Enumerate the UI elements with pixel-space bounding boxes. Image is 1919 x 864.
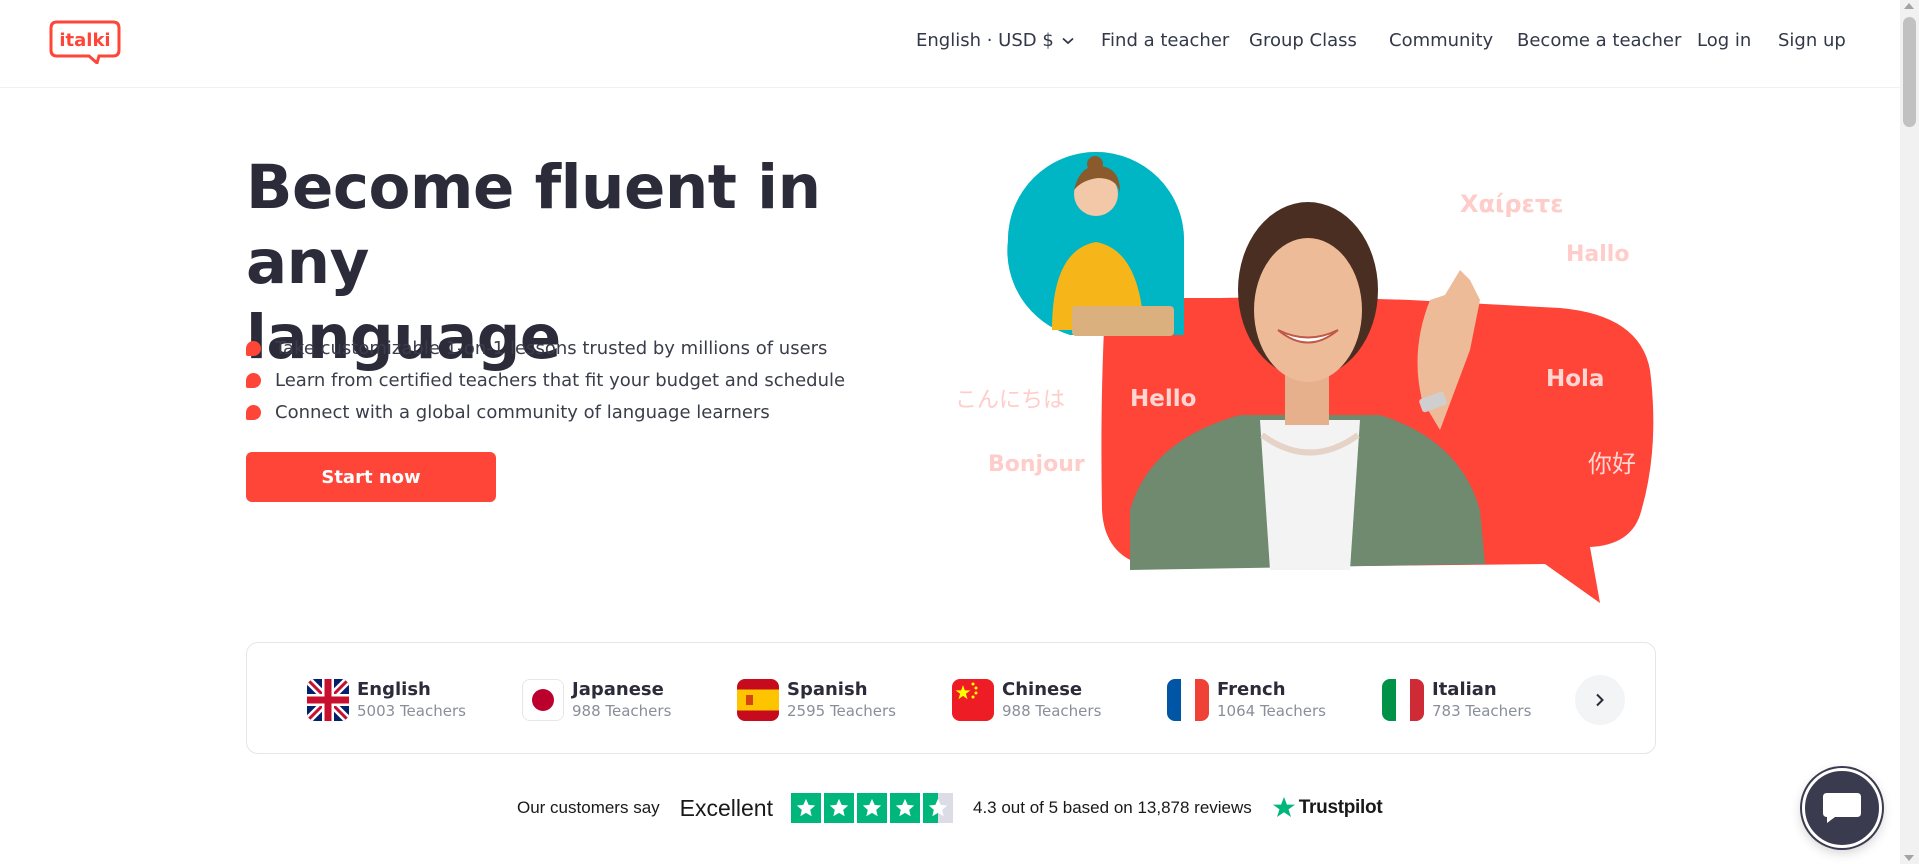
- language-name: English: [357, 679, 431, 700]
- trustpilot-star-icon: [1272, 797, 1295, 817]
- trustpilot-brand-text: Trustpilot: [1298, 797, 1383, 818]
- chat-bubble-icon: [1823, 793, 1861, 823]
- teacher-count: 1064 Teachers: [1217, 702, 1326, 720]
- greeting-french: Bonjour: [988, 452, 1085, 477]
- scroll-thumb[interactable]: [1903, 17, 1916, 127]
- trustpilot-widget[interactable]: Our customers say Excellent 4.3 out of 5…: [517, 790, 1383, 826]
- teacher-count: 988 Teachers: [572, 702, 672, 720]
- half-star-icon: [922, 793, 953, 823]
- language-name: Chinese: [1002, 679, 1083, 700]
- speech-bubble-bullet-icon: [246, 340, 261, 356]
- language-name: Italian: [1432, 679, 1497, 700]
- benefit-item: Connect with a global community of langu…: [246, 396, 845, 428]
- logo-text: italki: [59, 30, 110, 51]
- spain-flag-icon: [737, 679, 779, 721]
- star-icon: [889, 793, 920, 823]
- nav-become-teacher[interactable]: Become a teacher: [1517, 30, 1681, 51]
- benefit-text: Connect with a global community of langu…: [275, 401, 770, 423]
- trustpilot-logo: Trustpilot: [1272, 796, 1383, 820]
- language-currency-label: English · USD $: [916, 30, 1054, 51]
- greeting-greek: Χαίρετε: [1460, 190, 1564, 218]
- trustpilot-intro: Our customers say: [517, 798, 660, 817]
- greeting-german: Hallo: [1566, 242, 1630, 267]
- star-icon: [823, 793, 854, 823]
- language-currency-selector[interactable]: English · USD $: [916, 30, 1074, 51]
- scroll-up-icon[interactable]: [1904, 3, 1914, 9]
- student-avatar-photo: [1007, 152, 1184, 336]
- japan-flag-icon: [522, 679, 564, 721]
- nav-group-class[interactable]: Group Class: [1249, 30, 1357, 51]
- speech-bubble-bullet-icon: [246, 372, 261, 388]
- speech-bubble-bullet-icon: [246, 404, 261, 420]
- italki-logo[interactable]: italki: [49, 20, 121, 66]
- language-item-english[interactable]: English 5003 Teachers: [307, 677, 466, 723]
- teacher-count: 783 Teachers: [1432, 702, 1532, 720]
- greeting-chinese: 你好: [1588, 450, 1636, 478]
- nav-community[interactable]: Community: [1389, 30, 1493, 51]
- hero-benefits-list: Take customizable 1-on-1 lessons trusted…: [246, 332, 845, 428]
- language-name: Japanese: [572, 679, 664, 700]
- language-item-spanish[interactable]: Spanish 2595 Teachers: [737, 677, 896, 723]
- benefit-text: Take customizable 1-on-1 lessons trusted…: [275, 337, 828, 359]
- benefit-item: Learn from certified teachers that fit y…: [246, 364, 845, 396]
- carousel-next-button[interactable]: [1575, 675, 1625, 725]
- hero-title-line1: Become fluent in any: [246, 152, 821, 298]
- trustpilot-rating-word: Excellent: [679, 794, 773, 821]
- language-item-chinese[interactable]: Chinese 988 Teachers: [952, 677, 1101, 723]
- language-item-japanese[interactable]: Japanese 988 Teachers: [522, 677, 671, 723]
- benefit-item: Take customizable 1-on-1 lessons trusted…: [246, 332, 845, 364]
- trustpilot-score: 4.3 out of 5 based on 13,878 reviews: [972, 798, 1252, 817]
- language-item-italian[interactable]: Italian 783 Teachers: [1382, 677, 1531, 723]
- hero-illustration: Χαίρετε Hallo こんにちは Hello Hola 你好 Bonjou…: [940, 150, 1680, 610]
- nav-login[interactable]: Log in: [1697, 30, 1751, 51]
- france-flag-icon: [1167, 679, 1209, 721]
- chevron-right-icon: [1596, 693, 1604, 707]
- chat-support-button[interactable]: [1802, 768, 1882, 848]
- nav-signup[interactable]: Sign up: [1778, 30, 1846, 51]
- language-item-french[interactable]: French 1064 Teachers: [1167, 677, 1326, 723]
- chevron-down-icon: [1062, 37, 1074, 44]
- language-name: French: [1217, 679, 1286, 700]
- teacher-count: 2595 Teachers: [787, 702, 896, 720]
- language-carousel: English 5003 Teachers Japanese 988 Teach…: [246, 642, 1656, 754]
- teacher-count: 5003 Teachers: [357, 702, 466, 720]
- trustpilot-stars: [790, 793, 953, 823]
- star-icon: [856, 793, 887, 823]
- site-header: italki English · USD $ Find a teacher Gr…: [0, 0, 1900, 88]
- language-name: Spanish: [787, 679, 868, 700]
- benefit-text: Learn from certified teachers that fit y…: [275, 369, 846, 391]
- greeting-spanish: Hola: [1546, 366, 1605, 392]
- china-flag-icon: [952, 679, 994, 721]
- greeting-english: Hello: [1130, 386, 1197, 412]
- start-now-button[interactable]: Start now: [246, 452, 496, 502]
- italy-flag-icon: [1382, 679, 1424, 721]
- teacher-count: 988 Teachers: [1002, 702, 1102, 720]
- greeting-japanese: こんにちは: [955, 388, 1066, 413]
- page-scrollbar[interactable]: [1900, 0, 1919, 864]
- nav-find-teacher[interactable]: Find a teacher: [1101, 30, 1229, 51]
- scroll-down-icon[interactable]: [1904, 855, 1914, 861]
- star-icon: [790, 793, 821, 823]
- uk-flag-icon: [307, 679, 349, 721]
